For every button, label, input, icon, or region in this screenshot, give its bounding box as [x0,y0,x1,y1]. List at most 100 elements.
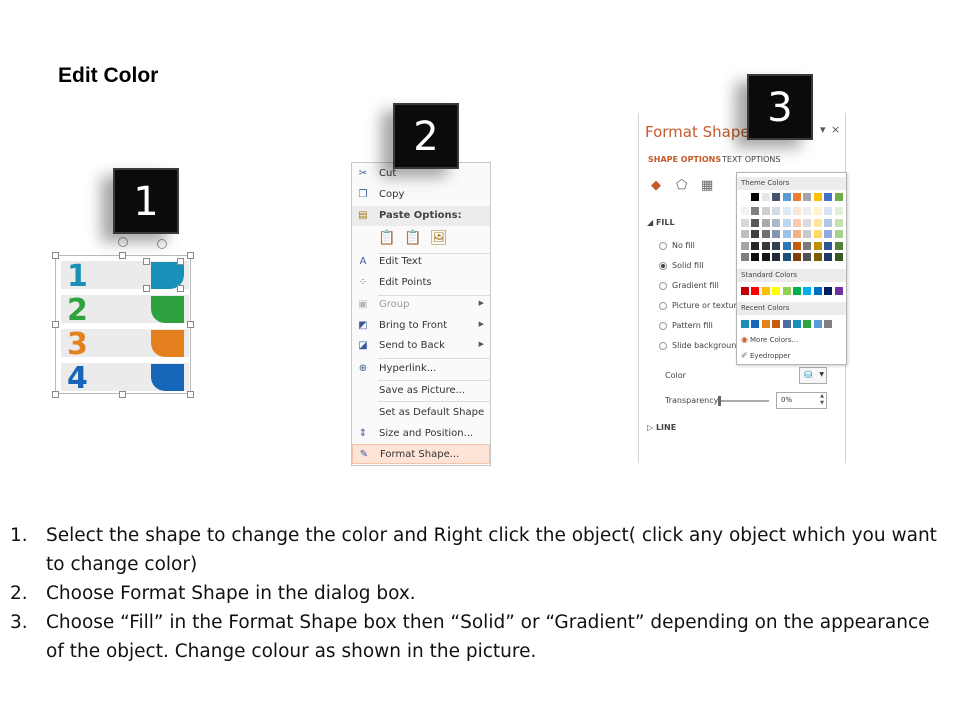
color-swatch[interactable] [741,193,749,201]
color-swatch[interactable] [741,320,749,328]
color-swatch[interactable] [772,230,781,238]
color-swatch[interactable] [741,253,749,261]
color-swatch[interactable] [824,241,833,250]
color-swatch[interactable] [803,287,812,295]
color-swatch[interactable] [751,218,760,227]
color-swatch[interactable] [741,218,749,227]
color-swatch[interactable] [782,287,791,295]
color-swatch[interactable] [782,218,791,227]
fill-line-icon[interactable]: ◆ [651,178,661,193]
color-swatch[interactable] [761,320,770,328]
list-row-4[interactable]: 4 [61,361,189,395]
list-tab-4[interactable] [151,364,184,391]
tab-shape-options[interactable]: SHAPE OPTIONS [648,155,721,164]
color-swatch[interactable] [824,207,833,215]
list-row-3[interactable]: 3 [61,327,189,361]
color-swatch[interactable] [824,320,833,328]
menu-item-set-default-shape[interactable]: Set as Default Shape [352,403,490,423]
radio-picture-fill[interactable] [659,302,667,310]
effects-icon[interactable]: ⬠ [676,178,687,193]
color-swatch[interactable] [761,253,770,261]
color-swatch[interactable] [793,193,801,201]
menu-item-copy[interactable]: ❐ Copy [352,185,490,205]
color-swatch[interactable] [834,253,843,261]
color-swatch[interactable] [803,193,812,201]
color-swatch[interactable] [761,230,770,238]
transparency-input[interactable]: 0% ▲ ▼ [776,392,827,409]
color-swatch[interactable] [834,230,843,238]
color-swatch[interactable] [834,287,843,295]
resize-handle[interactable] [187,252,194,259]
close-icon[interactable]: × [831,123,840,136]
color-swatch[interactable] [813,193,822,201]
color-swatch[interactable] [803,241,812,250]
color-swatch[interactable] [824,287,833,295]
color-swatch[interactable] [813,241,822,250]
rotate-handle-icon[interactable] [157,239,167,249]
fill-color-button[interactable]: ⛁ ▼ [799,367,827,384]
resize-handle[interactable] [119,252,126,259]
menu-item-send-to-back[interactable]: ◪ Send to Back ▶ [352,336,490,356]
menu-item-edit-points[interactable]: ⁘ Edit Points [352,273,490,293]
color-swatch[interactable] [761,241,770,250]
radio-no-fill[interactable] [659,242,667,250]
rotate-handle-icon[interactable] [118,237,128,247]
paste-picture-icon[interactable]: 🖼 [430,229,448,246]
color-swatch[interactable] [793,218,801,227]
paste-keep-formatting-icon[interactable]: 📋 [378,229,395,246]
color-swatch[interactable] [761,287,770,295]
color-swatch[interactable] [813,287,822,295]
eyedropper-item[interactable]: ✐ Eyedropper [741,351,790,361]
color-swatch[interactable] [761,207,770,215]
color-swatch[interactable] [741,230,749,238]
color-swatch[interactable] [813,253,822,261]
menu-item-format-shape[interactable]: ✎ Format Shape... [352,444,490,464]
color-swatch[interactable] [824,193,833,201]
radio-solid-fill[interactable] [659,262,667,270]
color-swatch[interactable] [793,207,801,215]
color-swatch[interactable] [772,320,781,328]
color-swatch[interactable] [751,207,760,215]
line-section-header[interactable]: ▷ LINE [647,423,676,432]
color-swatch[interactable] [793,287,801,295]
shape-handle[interactable] [177,285,184,292]
color-swatch[interactable] [782,320,791,328]
list-row-2[interactable]: 2 [61,293,189,327]
color-swatch[interactable] [772,253,781,261]
color-swatch[interactable] [834,207,843,215]
color-swatch[interactable] [772,241,781,250]
color-swatch[interactable] [834,241,843,250]
color-swatch[interactable] [803,218,812,227]
color-swatch[interactable] [813,218,822,227]
color-swatch[interactable] [793,241,801,250]
resize-handle[interactable] [52,321,59,328]
color-swatch[interactable] [782,193,791,201]
color-swatch[interactable] [793,320,801,328]
color-swatch[interactable] [813,320,822,328]
menu-item-group[interactable]: ▣ Group ▶ [352,295,490,315]
color-swatch[interactable] [761,193,770,201]
color-swatch[interactable] [772,193,781,201]
resize-handle[interactable] [52,252,59,259]
color-swatch[interactable] [834,193,843,201]
color-swatch[interactable] [751,193,760,201]
color-swatch[interactable] [813,207,822,215]
color-swatch[interactable] [803,253,812,261]
color-swatch[interactable] [824,230,833,238]
list-shapes-group[interactable]: 1 2 3 4 [52,237,194,398]
radio-gradient-fill[interactable] [659,282,667,290]
color-swatch[interactable] [751,241,760,250]
color-swatch[interactable] [772,218,781,227]
color-swatch[interactable] [751,230,760,238]
radio-pattern-fill[interactable] [659,322,667,330]
color-swatch[interactable] [741,241,749,250]
color-swatch[interactable] [741,287,749,295]
color-swatch[interactable] [782,207,791,215]
tab-text-options[interactable]: TEXT OPTIONS [722,155,780,164]
menu-item-edit-text[interactable]: A Edit Text [352,252,490,272]
color-swatch[interactable] [824,218,833,227]
list-tab-3[interactable] [151,330,184,357]
color-swatch[interactable] [761,218,770,227]
spinner-arrows-icon[interactable]: ▲ ▼ [820,393,824,407]
more-colors-item[interactable]: ◉ More Colors... [741,335,798,345]
